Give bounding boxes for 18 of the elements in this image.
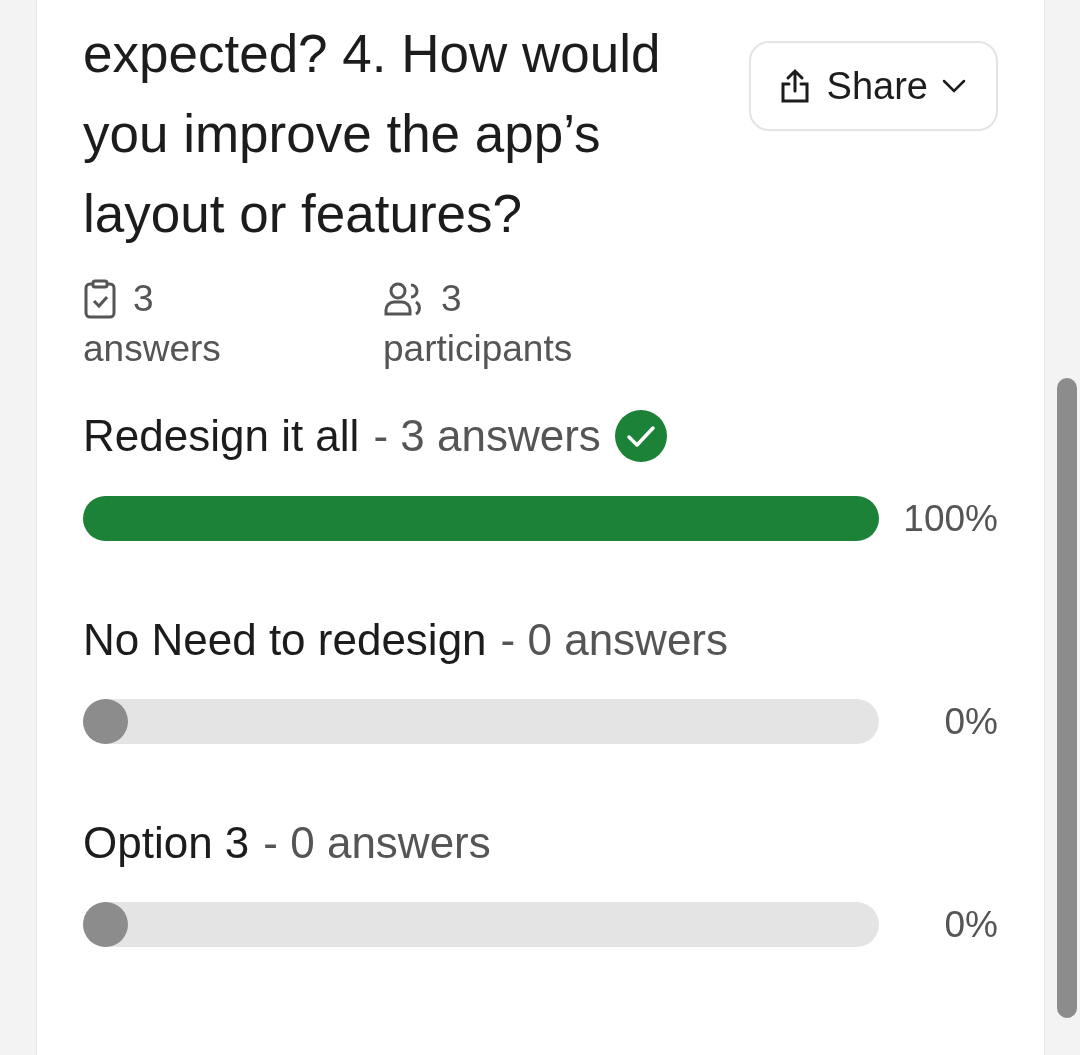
percentage: 100% [902,497,998,540]
percentage: 0% [943,700,998,743]
stat-label: participants [383,328,574,370]
percentage: 0% [943,903,998,946]
option-label: Redesign it all [83,411,360,461]
option-label: No Need to redesign [83,615,487,665]
answer-count: - 0 answers [500,615,728,665]
question-title: expected? 4. How would you improve the app’s layout or features? [83,23,662,245]
clipboard-check-icon [83,279,117,319]
stat-value: 3 [133,278,154,320]
option-label: Option 3 [83,818,250,868]
stat-label: answers [83,328,222,370]
stat-value: 3 [441,278,462,320]
share-button[interactable]: Share [748,41,998,131]
answer-count: - 0 answers [263,818,491,868]
chevron-down-icon [942,79,966,93]
scrollbar-thumb[interactable] [1057,378,1077,1018]
answer-count: - 3 answers [373,411,601,461]
